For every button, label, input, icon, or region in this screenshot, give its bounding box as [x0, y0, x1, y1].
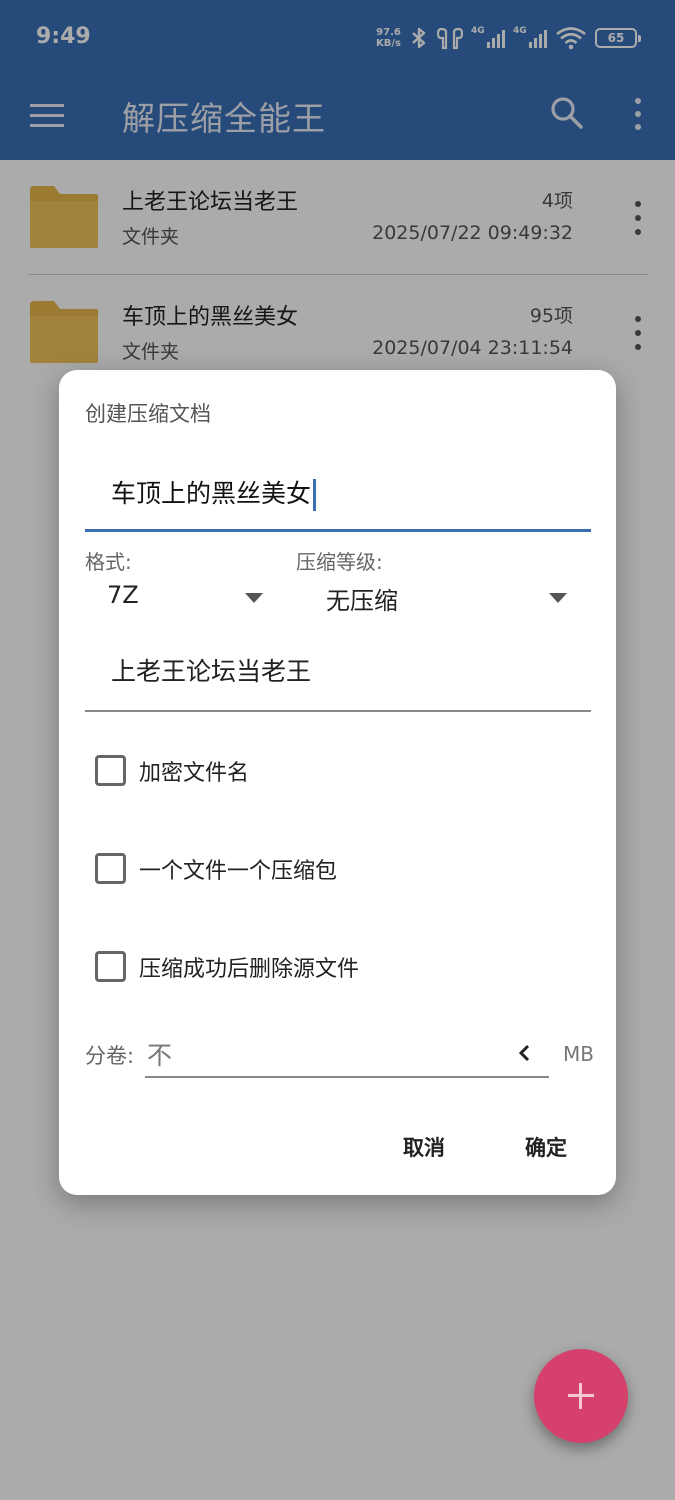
output-path-input[interactable]: 上老王论坛当老王: [85, 640, 591, 712]
checkbox-box[interactable]: [95, 853, 126, 884]
create-archive-dialog: 创建压缩文档 车顶上的黑丝美女 格式: 压缩等级: 7Z 无压缩 上老王论坛当老…: [59, 370, 616, 1195]
archive-name-input[interactable]: 车顶上的黑丝美女: [85, 460, 591, 532]
ok-button[interactable]: 确定: [525, 1132, 567, 1162]
archive-name-text: 车顶上的黑丝美女: [111, 479, 312, 508]
plus-icon: [579, 1383, 582, 1409]
split-volume-input[interactable]: 不: [145, 1030, 549, 1078]
archive-name-value: 车顶上的黑丝美女: [111, 474, 317, 511]
format-label: 格式:: [85, 550, 132, 574]
chevron-left-icon[interactable]: [515, 1042, 535, 1064]
split-label: 分卷:: [85, 1044, 135, 1068]
format-select[interactable]: 7Z: [85, 575, 275, 619]
checkbox-box[interactable]: [95, 951, 126, 982]
cancel-button[interactable]: 取消: [403, 1132, 445, 1162]
text-cursor: [313, 479, 317, 511]
level-label: 压缩等级:: [296, 550, 383, 574]
format-value: 7Z: [107, 581, 139, 609]
checkbox-label: 一个文件一个压缩包: [139, 859, 338, 884]
dropdown-arrow-icon: [245, 593, 263, 603]
split-unit: MB: [563, 1042, 594, 1066]
split-value: 不: [147, 1041, 173, 1070]
add-fab-button[interactable]: [534, 1349, 628, 1443]
level-value: 无压缩: [326, 587, 398, 615]
compression-level-select[interactable]: 无压缩: [296, 575, 576, 619]
checkbox-box[interactable]: [95, 755, 126, 786]
encrypt-filenames-checkbox[interactable]: 加密文件名: [95, 748, 575, 792]
dialog-title: 创建压缩文档: [85, 402, 211, 426]
checkbox-label: 加密文件名: [139, 761, 250, 786]
output-path-value: 上老王论坛当老王: [111, 657, 312, 686]
archive-per-file-checkbox[interactable]: 一个文件一个压缩包: [95, 846, 575, 890]
delete-source-checkbox[interactable]: 压缩成功后删除源文件: [95, 944, 575, 988]
dropdown-arrow-icon: [549, 593, 567, 603]
checkbox-label: 压缩成功后删除源文件: [139, 957, 360, 982]
